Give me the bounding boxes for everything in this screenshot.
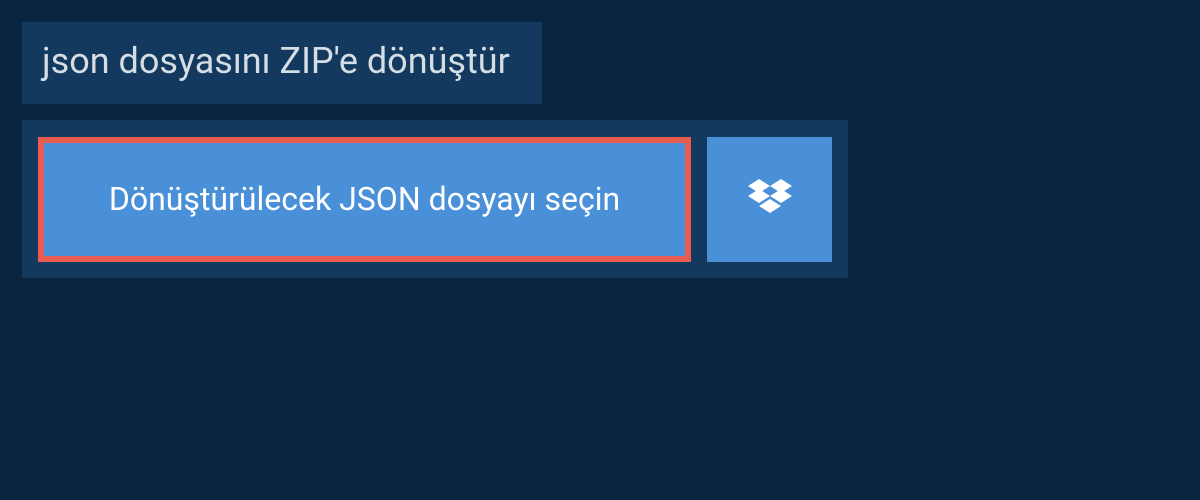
converter-page: json dosyasını ZIP'e dönüştür Dönüştürül…	[0, 0, 1200, 500]
select-file-label: Dönüştürülecek JSON dosyayı seçin	[109, 180, 620, 218]
dropbox-icon	[748, 179, 792, 219]
select-file-button[interactable]: Dönüştürülecek JSON dosyayı seçin	[38, 137, 691, 262]
dropbox-button[interactable]	[707, 137, 832, 262]
page-title: json dosyasını ZIP'e dönüştür	[22, 22, 542, 104]
file-select-panel: Dönüştürülecek JSON dosyayı seçin	[22, 120, 848, 278]
